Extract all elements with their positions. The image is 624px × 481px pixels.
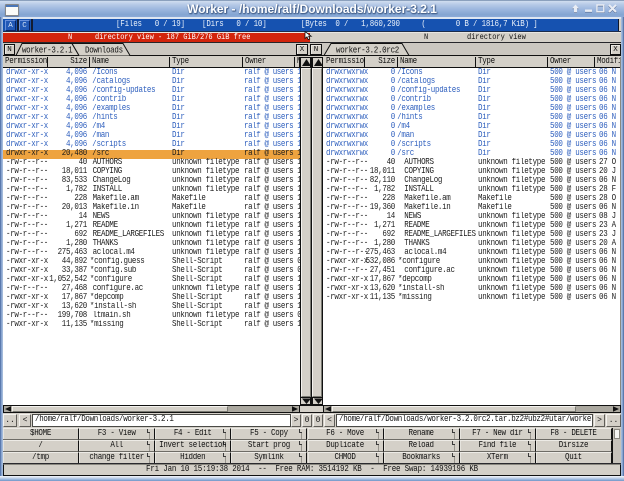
svg-text:worker-3.2.1: worker-3.2.1 <box>22 45 73 56</box>
svg-text:Downloads: Downloads <box>85 45 123 56</box>
svg-text:worker-3.2.0rc2: worker-3.2.0rc2 <box>336 45 399 56</box>
